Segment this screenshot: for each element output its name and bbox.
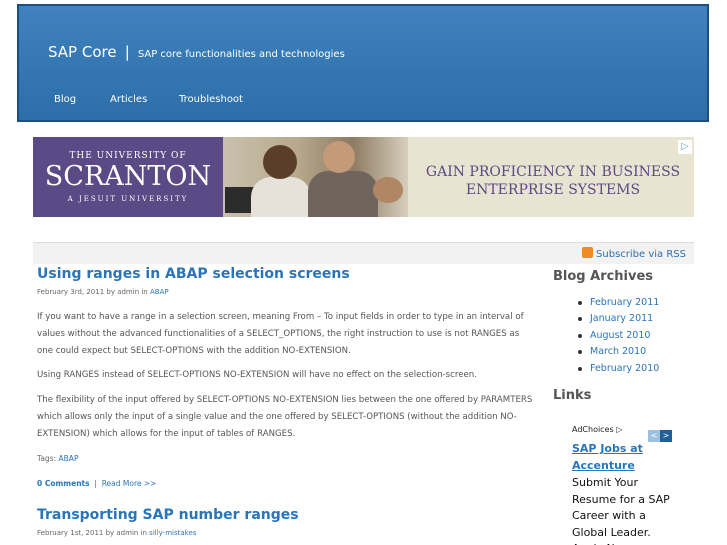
adchoices-triangle-icon[interactable]: ▷	[678, 140, 692, 154]
site-header: SAP Core | SAP core functionalities and …	[17, 4, 709, 122]
ad-headline-link[interactable]: SAP Jobs at Accenture	[572, 440, 672, 474]
univ-sub: A JESUIT UNIVERSITY	[67, 195, 189, 203]
post-category-link[interactable]: ABAP	[150, 288, 169, 296]
banner-photo	[223, 137, 408, 217]
nav-articles[interactable]: Articles	[110, 94, 147, 105]
ad-banner[interactable]: THE UNIVERSITY OF SCRANTON A JESUIT UNIV…	[33, 137, 694, 217]
slogan-line-1: GAIN PROFICIENCY IN BUSINESS	[425, 164, 681, 180]
archive-link[interactable]: February 2011	[577, 297, 659, 313]
slogan-line-2: ENTERPRISE SYSTEMS	[465, 182, 641, 198]
rss-subscribe-link[interactable]: Subscribe via RSS	[582, 247, 686, 260]
university-logo: THE UNIVERSITY OF SCRANTON A JESUIT UNIV…	[33, 137, 223, 217]
links-heading: Links	[553, 388, 592, 403]
tag-link[interactable]: ABAP	[59, 454, 79, 463]
univ-line: THE UNIVERSITY OF	[69, 151, 187, 161]
banner-slogan: GAIN PROFICIENCY IN BUSINESS ENTERPRISE …	[413, 163, 693, 199]
archives-heading: Blog Archives	[553, 269, 654, 284]
post-paragraph: The flexibility of the input offered by …	[37, 395, 533, 439]
nav-blog[interactable]: Blog	[54, 94, 76, 105]
post-meta: February 3rd, 2011 by admin in ABAP	[37, 288, 169, 296]
post-meta: February 1st, 2011 by admin in silly-mis…	[37, 529, 196, 537]
post-footer: 0 Comments | Read More >>	[37, 479, 156, 488]
read-more-link[interactable]: Read More >>	[102, 479, 157, 488]
adchoices-triangle-icon[interactable]: ▷	[616, 425, 622, 434]
adchoices-text[interactable]: AdChoices	[572, 425, 614, 434]
archives-list: February 2011 January 2011 August 2010 M…	[577, 297, 659, 379]
univ-name: SCRANTON	[44, 161, 212, 192]
archive-link[interactable]: January 2011	[577, 313, 659, 329]
post-paragraph: Using RANGES instead of SELECT-OPTIONS N…	[37, 370, 477, 380]
footer-separator: |	[94, 479, 97, 488]
tags-label: Tags:	[37, 454, 57, 463]
sidebar-ad[interactable]: AdChoices ▷ < > SAP Jobs at Accenture Sub…	[566, 420, 678, 545]
adchoices-label[interactable]: AdChoices ▷	[572, 425, 622, 434]
rss-label[interactable]: Subscribe via RSS	[596, 249, 686, 260]
post-paragraph: If you want to have a range in a selecti…	[37, 312, 524, 356]
nav-troubleshoot[interactable]: Troubleshoot	[179, 94, 243, 105]
site-description: SAP core functionalities and technologie…	[137, 49, 345, 60]
rss-icon	[582, 247, 594, 258]
archive-link[interactable]: August 2010	[577, 330, 659, 346]
post-meta-text: February 3rd, 2011 by admin in	[37, 288, 148, 296]
content-top-band: Subscribe via RSS	[33, 242, 694, 264]
site-title[interactable]: SAP Core	[48, 43, 117, 61]
post-title[interactable]: Transporting SAP number ranges	[37, 507, 299, 523]
title-separator: |	[124, 43, 130, 61]
archive-link[interactable]: February 2010	[577, 363, 659, 379]
post-category-link[interactable]: silly-mistakes	[149, 529, 196, 537]
post-meta-text: February 1st, 2011 by admin in	[37, 529, 147, 537]
post-title[interactable]: Using ranges in ABAP selection screens	[37, 266, 350, 282]
comments-link[interactable]: 0 Comments	[37, 479, 90, 488]
post-tags: Tags: ABAP	[37, 454, 78, 463]
ad-body-text[interactable]: Submit Your Resume for a SAP Career with…	[572, 475, 678, 545]
archive-link[interactable]: March 2010	[577, 346, 659, 362]
title-row: SAP Core | SAP core functionalities and …	[48, 42, 345, 61]
